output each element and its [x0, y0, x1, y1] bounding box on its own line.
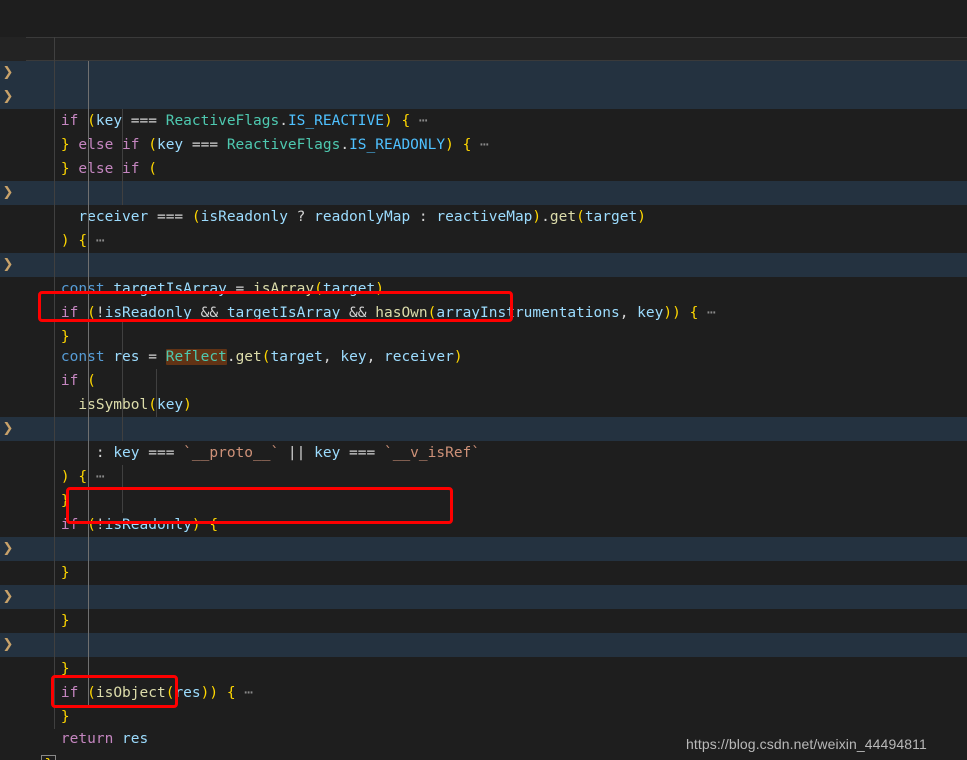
indent-guide-1 [54, 37, 55, 729]
code-line-annotated[interactable]: const res = Reflect.get(target, key, rec… [0, 297, 967, 365]
indent-guide-2 [88, 61, 89, 705]
code-line[interactable]: function createGetter(isReadonly = false… [0, 13, 967, 81]
code-line[interactable]: if ( [0, 321, 967, 389]
code-line-annotated[interactable]: track(target, TrackOpTypes.GET, key) [0, 489, 967, 557]
code-line[interactable]: } [0, 441, 967, 509]
code-line[interactable]: } [0, 657, 967, 725]
code-line[interactable]: isSymbol(key) [0, 345, 967, 413]
code-line[interactable]: if (!isReadonly) { [0, 465, 967, 533]
code-line-annotated[interactable]: return res [0, 679, 967, 747]
fold-chevron-icon[interactable]: ❯ [1, 585, 15, 609]
code-line[interactable]: receiver === (isReadonly ? readonlyMap :… [0, 157, 967, 225]
code-line[interactable]: : key === `__proto__` || key === `__v_is… [0, 393, 967, 461]
indent-guide-3 [122, 109, 123, 205]
fold-chevron-icon[interactable]: ❯ [1, 633, 15, 657]
fold-chevron-icon[interactable]: ❯ [1, 537, 15, 561]
code-line[interactable]: } [0, 609, 967, 677]
code-line[interactable]: key === ReactiveFlags.RAW && [0, 133, 967, 201]
watermark-url: https://blog.csdn.net/weixin_44494811 [686, 736, 927, 752]
code-line[interactable]: if (isObject(res)) { ⋯ [0, 633, 967, 701]
code-line[interactable]: if (key === ReactiveFlags.IS_REACTIVE) {… [0, 61, 967, 129]
code-line[interactable]: if (isRef(res)) { ⋯ [0, 585, 967, 653]
code-line[interactable]: } [0, 561, 967, 629]
code-line[interactable]: ) { ⋯ [0, 181, 967, 249]
code-line[interactable]: if (!isReadonly && targetIsArray && hasO… [0, 253, 967, 321]
editor-surface[interactable]: function createGetter(isReadonly = false… [0, 0, 967, 760]
code-line[interactable]: ? builtInSymbols.has(key as symbol) [0, 369, 967, 437]
code-line[interactable]: } else if ( [0, 109, 967, 177]
code-line[interactable]: if (shallow) { ⋯ [0, 537, 967, 605]
fold-chevron-icon[interactable]: ❯ [1, 85, 15, 109]
code-line-current[interactable]: return function get(target: Target, key:… [0, 37, 967, 107]
indent-guide-4 [122, 321, 123, 441]
indent-guide-6 [122, 465, 123, 513]
fold-chevron-icon[interactable]: ❯ [1, 253, 15, 277]
code-line[interactable]: } [0, 705, 967, 760]
fold-chevron-icon[interactable]: ❯ [1, 181, 15, 205]
fold-chevron-icon[interactable]: ❯ [1, 417, 15, 441]
code-line[interactable]: } [0, 205, 967, 273]
code-line[interactable]: } [0, 513, 967, 581]
fold-chevron-icon[interactable]: ❯ [1, 61, 15, 85]
indent-guide-5 [156, 369, 157, 417]
code-editor-screenshot: function createGetter(isReadonly = false… [0, 0, 967, 760]
code-line[interactable]: const targetIsArray = isArray(target) [0, 229, 967, 297]
code-line[interactable]: ) { ⋯ [0, 417, 967, 485]
code-line[interactable]: } else if (key === ReactiveFlags.IS_READ… [0, 85, 967, 153]
